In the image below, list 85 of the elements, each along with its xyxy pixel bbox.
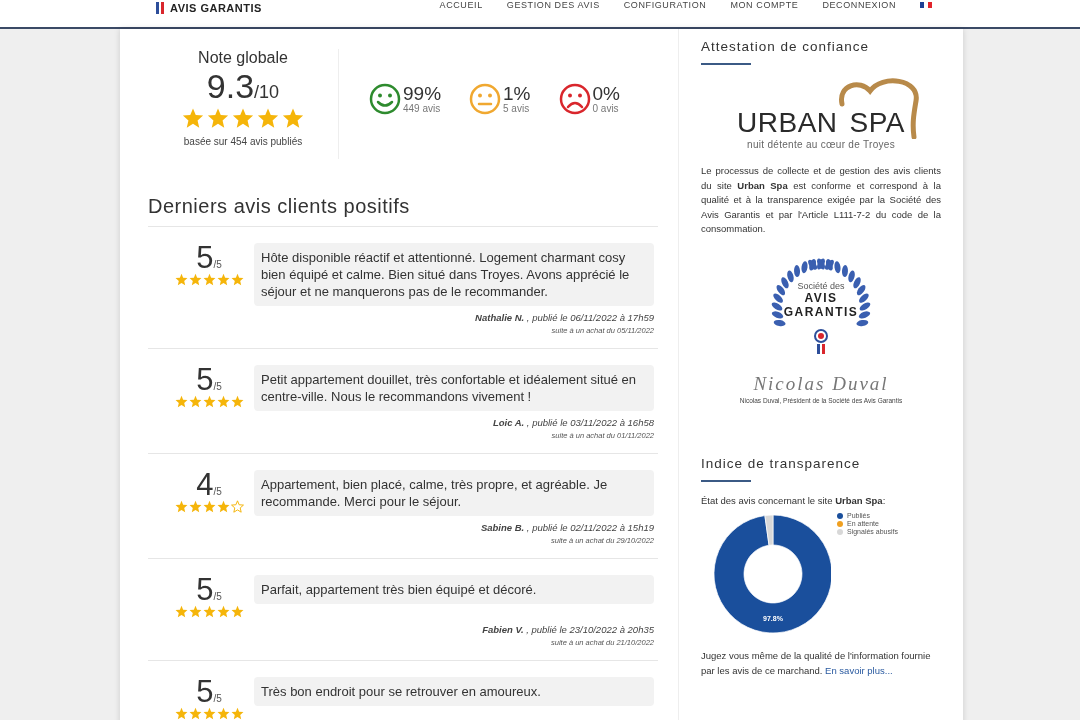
star-icon <box>188 395 202 408</box>
review-score: 5 <box>196 575 214 605</box>
star-icon <box>282 107 304 129</box>
seal-text: Société des <box>797 280 845 291</box>
publish-date: , publié le 23/10/2022 à 20h35 <box>525 624 654 635</box>
author-name: Loic A. <box>492 417 525 428</box>
star-icon <box>202 273 216 286</box>
score-scale: /5 <box>213 259 222 270</box>
star-icon <box>202 395 216 408</box>
review-text: Petit appartement douillet, très confortable et idéalement situé en centre-ville. Nous le recommandons vivement ! <box>254 365 654 411</box>
attestation-text: Le processus de collecte et de gestion des avis clients du site Urban Spa est conforme et correspond à la qualité et à la transparence exigée par la Société des Avis Garantis et par l'Article L111-7-2 du code de la consommation. <box>701 164 941 236</box>
review-score: 5 <box>196 243 214 273</box>
score-scale: /5 <box>213 486 222 497</box>
publish-date: , publié le 03/11/2022 à 16h58 <box>525 417 654 428</box>
rating-caption: basée sur 454 avis publiés <box>183 136 303 147</box>
review-count: 449 avis <box>403 102 442 114</box>
seal-text: AVIS <box>804 290 838 305</box>
section-title: Indice de transparence <box>701 455 862 471</box>
nav-link[interactable]: DECONNEXION <box>822 0 896 10</box>
score-scale: /10 <box>254 82 280 103</box>
star-icon <box>188 500 202 513</box>
review-text: Parfait, appartement très bien équipé et décoré. <box>254 575 654 604</box>
star-icon <box>216 395 230 408</box>
score-scale: /5 <box>213 591 222 602</box>
publish-date: , publié le 06/11/2022 à 17h59 <box>525 312 654 323</box>
learn-more-link[interactable]: En savoir plus... <box>825 665 893 676</box>
star-icon <box>230 273 244 286</box>
review-score: 4 <box>196 470 214 500</box>
review-count: 5 avis <box>503 102 531 114</box>
publish-date: , publié le 02/11/2022 à 15h19 <box>525 522 654 533</box>
flag-icon[interactable] <box>920 2 932 8</box>
author-name: Nathalie N. <box>475 312 525 323</box>
star-icon <box>216 500 230 513</box>
rosette-icon <box>814 328 828 354</box>
star-icon <box>202 707 216 720</box>
percentage: 99% <box>403 84 442 103</box>
star-icon <box>216 707 230 720</box>
review-score: 5 <box>196 365 214 395</box>
star-icon <box>216 605 230 618</box>
percentage: 1% <box>503 84 531 103</box>
star-icon <box>230 605 244 618</box>
rating-title: Note globale <box>198 49 288 67</box>
percentage: 0% <box>592 84 620 103</box>
review-score: 5 <box>196 677 214 707</box>
star-icon <box>230 395 244 408</box>
star-icon <box>232 107 254 129</box>
star-icon <box>188 605 202 618</box>
review-text: Appartement, bien placé, calme, très propre, et agréable. Je recommande. Merci pour le séjour. <box>254 470 654 516</box>
star-icon <box>182 107 204 129</box>
nav-link[interactable]: GESTION DES AVIS <box>506 0 600 10</box>
nav-link[interactable]: MON COMPTE <box>730 0 799 10</box>
nav-link[interactable]: ACCUEIL <box>439 0 483 10</box>
nav-link[interactable]: CONFIGURATION <box>623 0 707 10</box>
score-scale: /5 <box>213 693 222 704</box>
star-icon <box>188 273 202 286</box>
star-icon <box>174 395 188 408</box>
star-icon <box>230 707 244 720</box>
author-name: Fabien V. <box>482 624 524 635</box>
footer-text: Jugez vous même de la qualité de l'information fournie par les avis de ce marchand. En savoir plus... <box>701 649 932 678</box>
star-icon <box>216 273 230 286</box>
star-icon <box>174 707 188 720</box>
star-icon <box>174 605 188 618</box>
section-title: Derniers avis clients positifs <box>148 195 411 218</box>
star-icon <box>202 605 216 618</box>
star-icon <box>174 500 188 513</box>
brand-name: SPA <box>849 107 905 138</box>
signature: Nicolas Duval <box>753 372 889 395</box>
author-name: Sabine B. <box>480 522 525 533</box>
seal-text: GARANTIS <box>783 304 859 319</box>
review-count: 0 avis <box>592 102 620 114</box>
brand-tagline: nuit détente au cœur de Troyes <box>747 139 895 150</box>
ribbon-icon <box>155 2 165 14</box>
overall-score: 9.3 <box>206 69 255 103</box>
star-icon <box>207 107 229 129</box>
star-icon <box>188 707 202 720</box>
brand-name: URBAN <box>737 107 838 139</box>
star-icon <box>257 107 279 129</box>
score-scale: /5 <box>213 381 222 392</box>
review-text: Très bon endroit pour se retrouver en amoureux. <box>254 677 654 706</box>
star-icon <box>174 273 188 286</box>
logo-text: AVIS GARANTIS <box>170 2 262 14</box>
chart-intro: État des avis concernant le site Urban Spa: <box>701 493 887 508</box>
review-text: Hôte disponible réactif et attentionné. Logement charmant cosy bien équipé et calme. Bien situé dans Troyes. Avons apprécié le séjour et ne manquerons pas de le recommander. <box>254 243 654 306</box>
section-title: Attestation de confiance <box>701 39 871 54</box>
star-icon <box>202 500 216 513</box>
